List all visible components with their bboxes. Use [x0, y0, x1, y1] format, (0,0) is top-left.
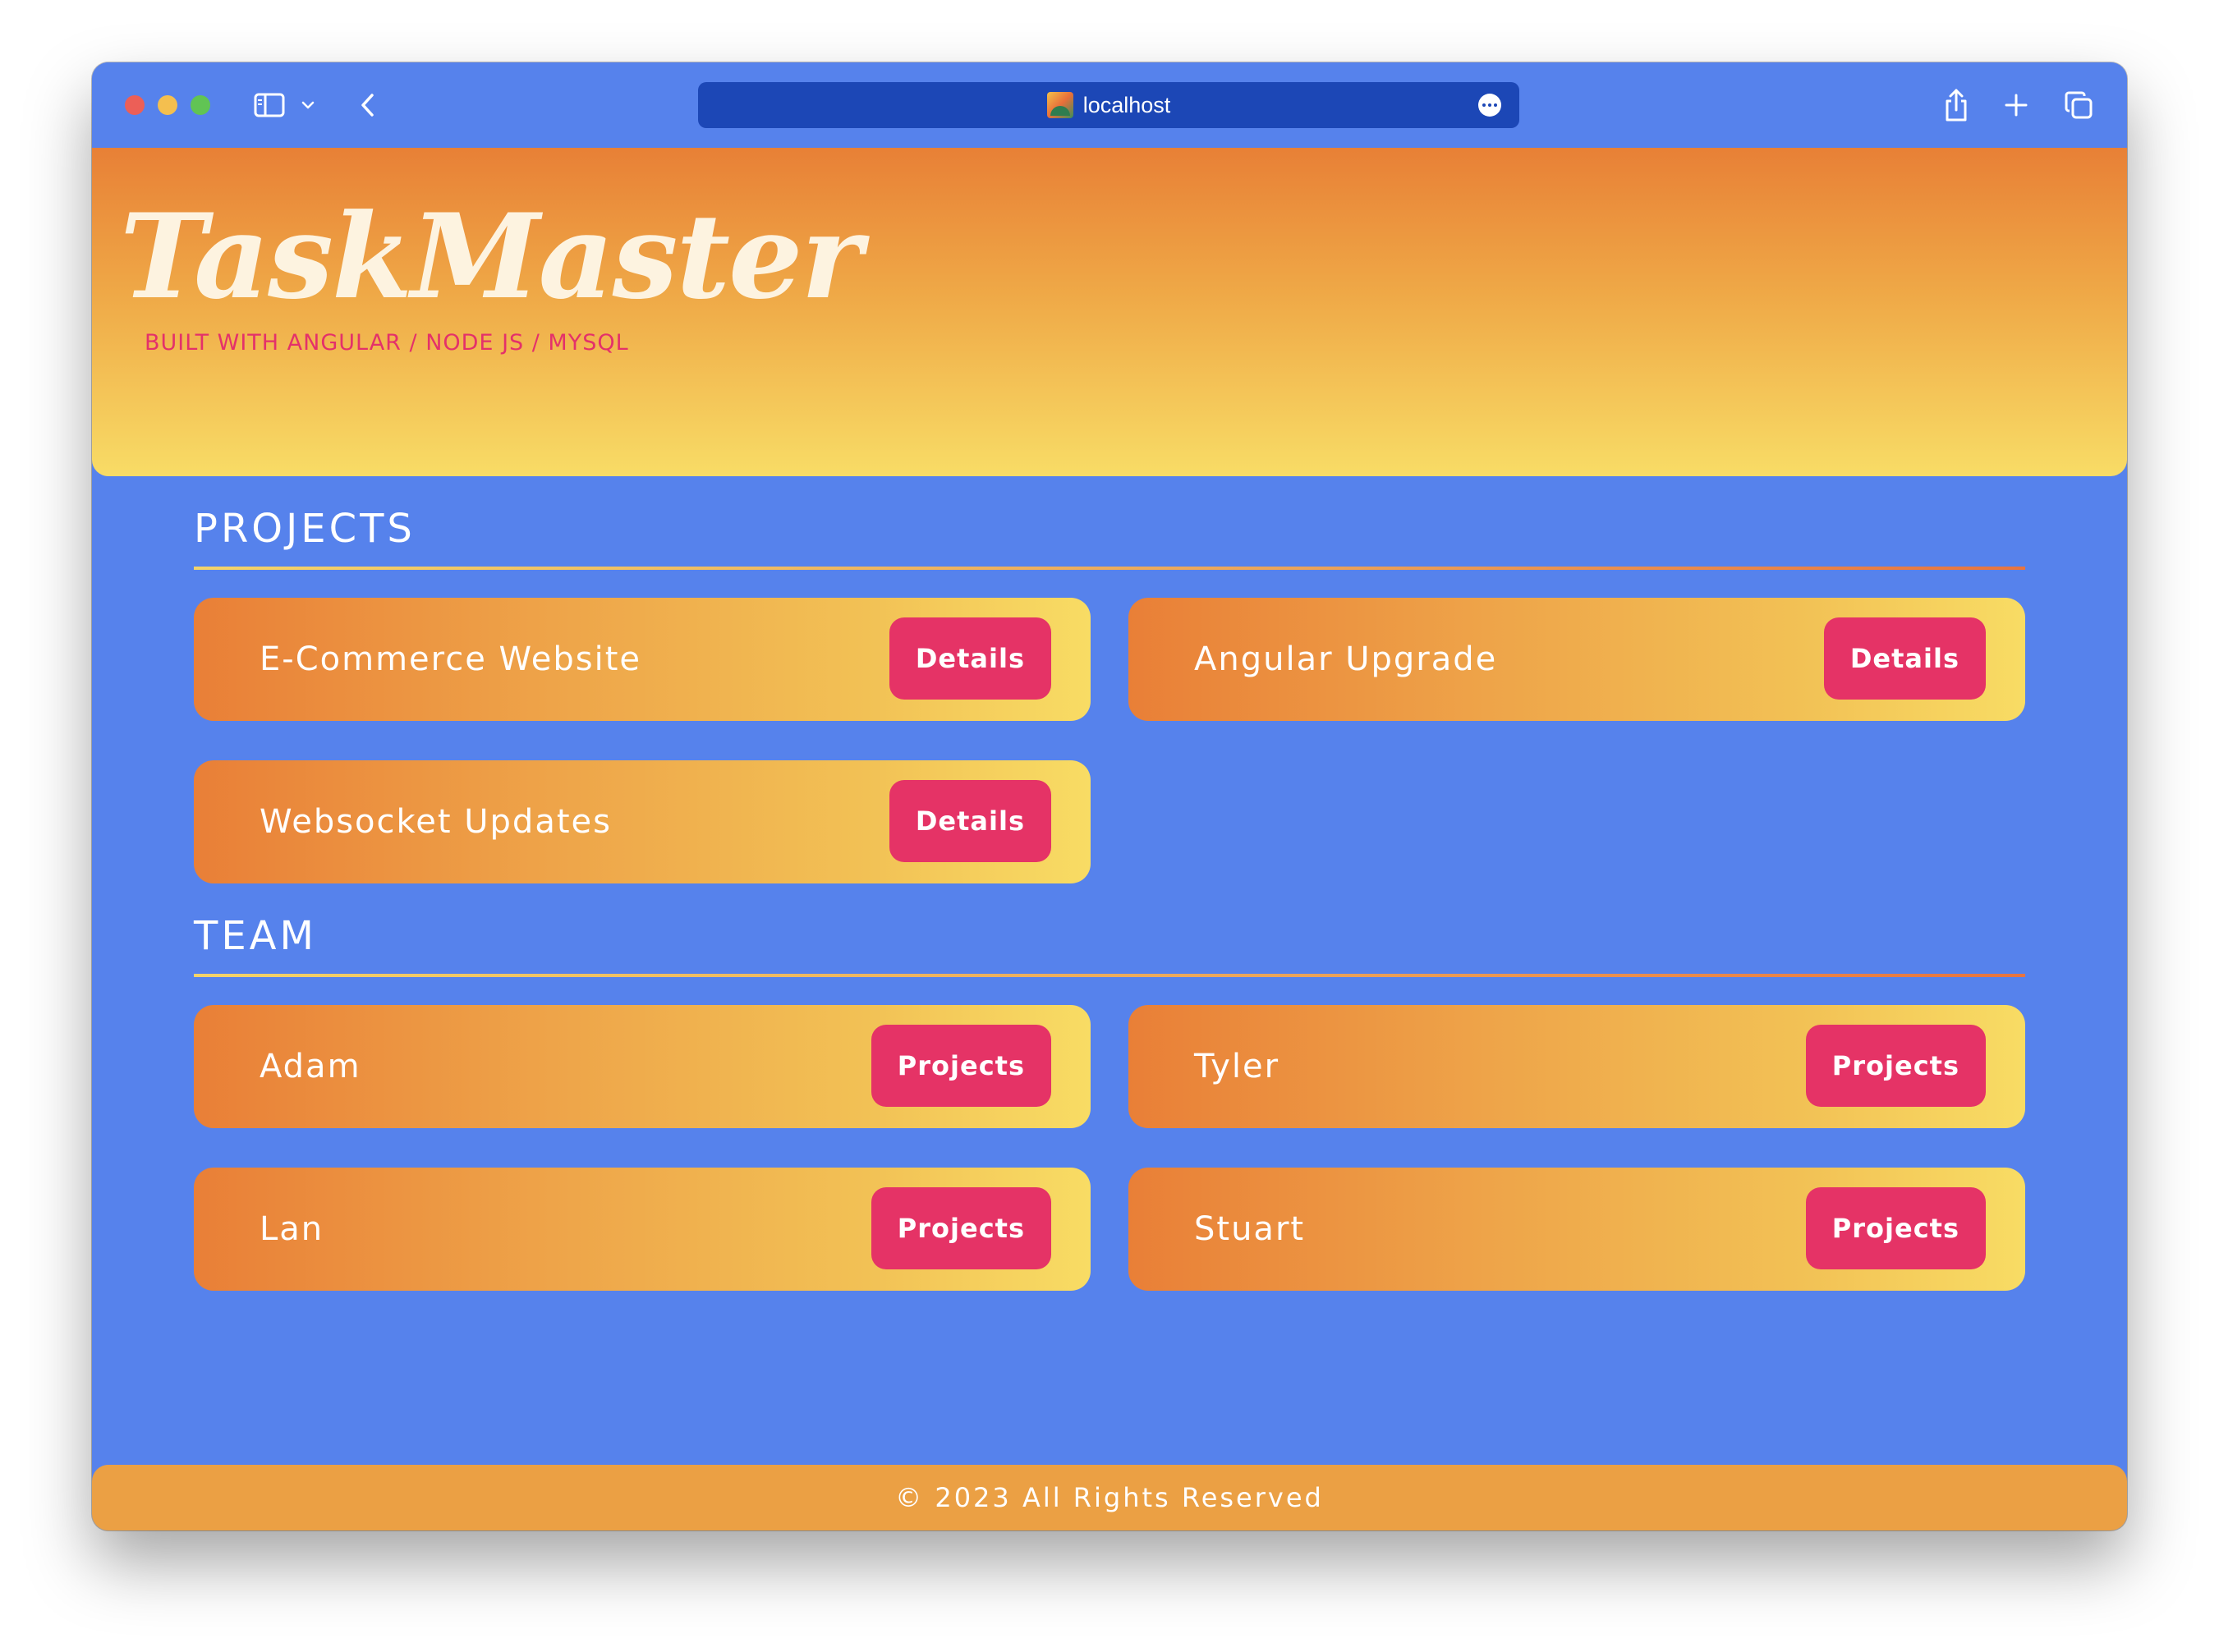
project-card: Websocket Updates Details: [194, 760, 1091, 883]
member-projects-button[interactable]: Projects: [1805, 1025, 1986, 1107]
share-icon[interactable]: [1941, 84, 1971, 126]
browser-window: localhost TaskMaster BUILT WITH ANGULAR …: [92, 62, 2127, 1530]
project-name: Websocket Updates: [260, 803, 612, 841]
team-member-card: Lan Projects: [194, 1168, 1091, 1291]
browser-toolbar: localhost: [92, 62, 2127, 148]
tabs-overview-icon[interactable]: [2063, 84, 2094, 126]
projects-heading: PROJECTS: [194, 506, 416, 552]
project-name: E-Commerce Website: [260, 640, 641, 678]
brand-logo[interactable]: TaskMaster: [120, 199, 862, 315]
project-details-button[interactable]: Details: [889, 617, 1051, 700]
new-tab-icon[interactable]: [2002, 84, 2030, 126]
chevron-down-icon[interactable]: [299, 84, 317, 126]
team-member-name: Stuart: [1194, 1210, 1306, 1248]
maximize-window-button[interactable]: [191, 95, 210, 115]
team-member-card: Tyler Projects: [1128, 1005, 2025, 1128]
member-projects-button[interactable]: Projects: [871, 1187, 1051, 1269]
minimize-window-button[interactable]: [158, 95, 177, 115]
project-card: E-Commerce Website Details: [194, 598, 1091, 721]
project-card: Angular Upgrade Details: [1128, 598, 2025, 721]
project-name: Angular Upgrade: [1194, 640, 1498, 678]
member-projects-button[interactable]: Projects: [871, 1025, 1051, 1107]
member-projects-button[interactable]: Projects: [1805, 1187, 1986, 1269]
team-member-name: Tyler: [1194, 1048, 1280, 1085]
address-bar[interactable]: localhost: [698, 82, 1519, 128]
team-member-card: Adam Projects: [194, 1005, 1091, 1128]
close-window-button[interactable]: [125, 95, 145, 115]
copyright-text: © 2023 All Rights Reserved: [895, 1482, 1324, 1513]
url-text: localhost: [1082, 92, 1171, 117]
more-icon[interactable]: [1478, 94, 1501, 117]
tagline: BUILT WITH ANGULAR / NODE JS / MYSQL: [145, 330, 629, 356]
team-member-name: Lan: [260, 1210, 324, 1248]
team-member-card: Stuart Projects: [1128, 1168, 2025, 1291]
projects-divider: [194, 567, 2025, 570]
team-member-name: Adam: [260, 1048, 361, 1085]
project-details-button[interactable]: Details: [1823, 617, 1986, 700]
back-icon[interactable]: [356, 84, 379, 126]
app-favicon-icon: [1046, 92, 1073, 118]
team-divider: [194, 974, 2025, 977]
site-footer: © 2023 All Rights Reserved: [92, 1465, 2127, 1530]
team-heading: TEAM: [194, 913, 317, 959]
site-header: TaskMaster BUILT WITH ANGULAR / NODE JS …: [92, 148, 2127, 476]
sidebar-icon[interactable]: [251, 84, 287, 126]
project-details-button[interactable]: Details: [889, 780, 1051, 862]
